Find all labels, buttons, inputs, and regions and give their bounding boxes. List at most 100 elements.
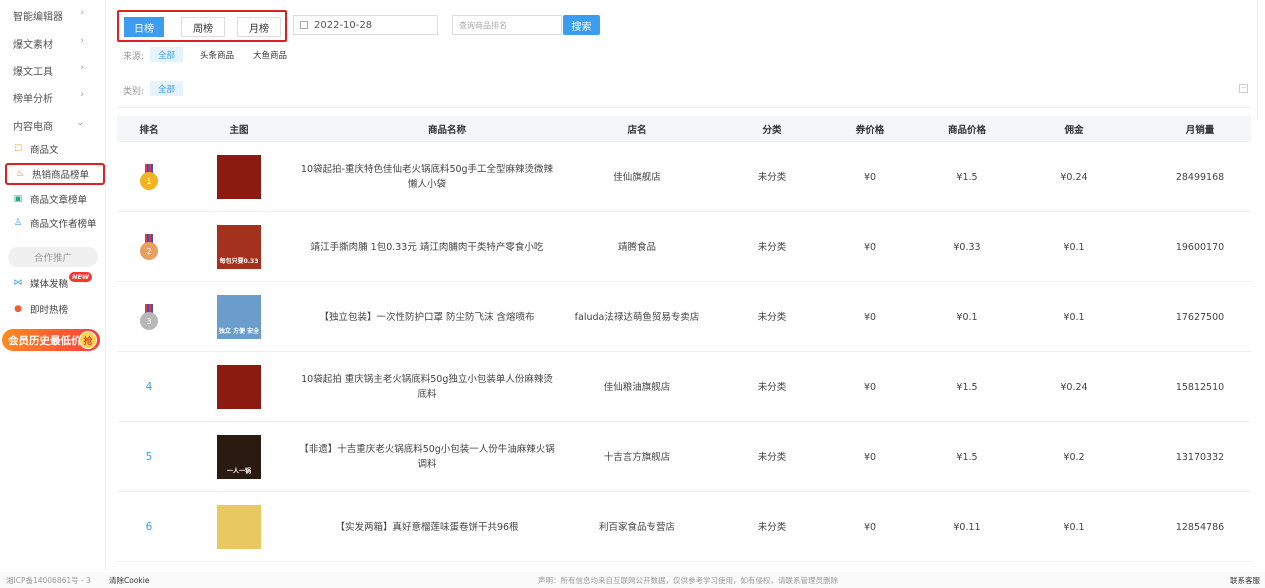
cell-text-coupon: ¥0 — [863, 171, 877, 183]
cell-text-sales: 13170332 — [1175, 451, 1225, 463]
cell-text-coupon: ¥0 — [863, 451, 877, 463]
cell-category: 未分类 — [742, 142, 802, 212]
clear-cookie-link[interactable]: 清除Cookie — [109, 575, 149, 586]
cell-text-coupon: ¥0 — [863, 381, 877, 393]
cooperation-promo-button[interactable]: 合作推广 — [8, 247, 98, 267]
product-thumbnail[interactable] — [217, 505, 261, 549]
rank-number: 5 — [145, 450, 153, 463]
icp-text[interactable]: 湘ICP备14006861号 - 3 — [6, 575, 91, 586]
cell-price: ¥1.5 — [932, 422, 1002, 492]
cell-price: ¥1.5 — [932, 142, 1002, 212]
app-root: 智能编辑器 › 爆文素材 › 爆文工具 › 榜单分析 › 内容电商 ⌄ ☐ 商品… — [0, 0, 1265, 588]
date-picker[interactable]: 2022-10-28 — [293, 15, 438, 35]
cell-rank: 5 — [117, 422, 181, 492]
cell-text-name[interactable]: 10袋起拍-重庆特色佳仙老火锅底料50g手工全型麻辣烫微辣懒人小袋 — [297, 162, 557, 192]
sidebar-item-ranking-analysis[interactable]: 榜单分析 › — [0, 86, 106, 108]
sidebar-item-author-ranking[interactable]: ♙ 商品文作者榜单 — [5, 212, 105, 234]
cell-price: ¥0.33 — [932, 212, 1002, 282]
product-thumbnail[interactable]: 一人一锅 — [217, 435, 261, 479]
collapse-icon[interactable]: − — [1239, 84, 1248, 93]
column-header-category: 分类 — [762, 125, 782, 136]
cell-name: 【实发两箱】真好意榴莲味蛋卷饼干共96根 — [297, 492, 557, 562]
cell-text-shop: 佳仙旗舰店 — [613, 171, 661, 183]
contact-support-link[interactable]: 联系客服 — [1230, 575, 1260, 586]
medal-icon: 3 — [140, 304, 158, 330]
column-header-shop: 店名 — [627, 125, 647, 136]
cell-commission: ¥0.24 — [1039, 142, 1109, 212]
product-thumbnail[interactable] — [217, 365, 261, 409]
cell-text-category: 未分类 — [757, 451, 787, 463]
cell-rank: 4 — [117, 352, 181, 422]
column-header-price[interactable]: 商品价格 — [932, 116, 1002, 142]
column-header-name: 商品名称 — [427, 125, 466, 136]
cell-coupon: ¥0 — [840, 142, 900, 212]
sidebar-item-label: 商品文章榜单 — [30, 195, 88, 206]
category-chip-all[interactable]: 全部 — [150, 81, 184, 96]
cell-text-category: 未分类 — [757, 381, 787, 393]
sidebar-item-hot-products[interactable]: ♨ 热销商品榜单 — [5, 163, 105, 185]
grab-badge: 抢 — [79, 331, 97, 349]
cell-text-coupon: ¥0 — [863, 241, 877, 253]
cell-thumb: 每包只要0.33 — [207, 212, 271, 282]
cell-thumb: 一人一锅 — [207, 422, 271, 492]
sidebar-item-instant-hot[interactable]: ● 即时热榜 — [5, 298, 105, 320]
medal-number: 1 — [140, 172, 158, 190]
column-header-rank[interactable]: 排名 — [117, 116, 181, 142]
vip-lowest-price-banner[interactable]: 会员历史最低价 抢 — [2, 329, 100, 351]
source-chip-all[interactable]: 全部 — [150, 47, 184, 62]
cell-text-commission: ¥0.2 — [1063, 451, 1085, 463]
sidebar-item-label: 热销商品榜单 — [32, 170, 90, 181]
cell-shop: faluda法禄达萌鱼贸易专卖店 — [572, 282, 702, 352]
source-chip-toutiao[interactable]: 头条商品 — [192, 47, 242, 62]
sidebar-item-content-ecommerce[interactable]: 内容电商 ⌄ — [0, 114, 106, 136]
cell-text-commission: ¥0.1 — [1063, 521, 1085, 533]
rank-number: 6 — [145, 520, 153, 533]
column-header-sales[interactable]: 月销量 — [1165, 116, 1235, 142]
tab-daily[interactable]: 日榜 — [124, 17, 164, 37]
cell-thumb — [207, 352, 271, 422]
cell-text-price: ¥0.1 — [956, 311, 978, 323]
cell-text-sales: 12854786 — [1175, 521, 1225, 533]
search-input[interactable]: 查询商品排名 — [452, 15, 562, 35]
cell-text-category: 未分类 — [757, 521, 787, 533]
cell-text-name[interactable]: 靖江手撕肉脯 1包0.33元 靖江肉脯肉干类特产零食小吃 — [311, 240, 544, 255]
cell-text-coupon: ¥0 — [863, 521, 877, 533]
cell-sales: 15812510 — [1165, 352, 1235, 422]
column-header-coupon[interactable]: 券价格 — [840, 116, 900, 142]
column-header-commission[interactable]: 佣金 — [1039, 116, 1109, 142]
source-chip-dayu[interactable]: 大鱼商品 — [245, 47, 295, 62]
cell-coupon: ¥0 — [840, 492, 900, 562]
product-thumbnail[interactable]: 独立 方便 安全 — [217, 295, 261, 339]
cell-text-name[interactable]: 【实发两箱】真好意榴莲味蛋卷饼干共96根 — [335, 520, 518, 535]
sidebar-item-viral-tools[interactable]: 爆文工具 › — [0, 59, 106, 81]
cell-text-shop: 佳仙粮油旗舰店 — [603, 381, 671, 393]
search-button[interactable]: 搜索 — [563, 15, 600, 35]
cell-price: ¥1.5 — [932, 352, 1002, 422]
chevron-down-icon: ⌄ — [76, 118, 84, 128]
sidebar-item-viral-materials[interactable]: 爆文素材 › — [0, 32, 106, 54]
cell-text-name[interactable]: 【非遗】十吉重庆老火锅底料50g小包装一人份牛油麻辣火锅调料 — [297, 442, 557, 472]
cell-text-sales: 19600170 — [1175, 241, 1225, 253]
cell-coupon: ¥0 — [840, 212, 900, 282]
sidebar-item-product-article-ranking[interactable]: ▣ 商品文章榜单 — [5, 188, 105, 210]
sidebar-item-product-articles[interactable]: ☐ 商品文 — [5, 138, 105, 160]
product-thumbnail[interactable]: 每包只要0.33 — [217, 225, 261, 269]
sidebar-item-label: 榜单分析 — [13, 93, 53, 105]
medal-number: 3 — [140, 312, 158, 330]
cell-text-category: 未分类 — [757, 171, 787, 183]
tab-weekly[interactable]: 周榜 — [181, 17, 225, 37]
source-label: 来源: — [123, 52, 145, 62]
sidebar-item-smart-editor[interactable]: 智能编辑器 › — [0, 4, 106, 26]
chevron-right-icon: › — [80, 63, 84, 73]
cell-text-price: ¥1.5 — [956, 381, 978, 393]
footer: 湘ICP备14006861号 - 3 清除Cookie 声明：所有信息均来自互联… — [0, 572, 1265, 588]
chevron-right-icon: › — [80, 36, 84, 46]
tab-monthly[interactable]: 月榜 — [237, 17, 281, 37]
cell-text-sales: 28499168 — [1175, 171, 1225, 183]
divider — [117, 107, 1251, 108]
cell-text-price: ¥1.5 — [956, 171, 978, 183]
product-thumbnail[interactable] — [217, 155, 261, 199]
cell-text-name[interactable]: 10袋起拍 重庆锅主老火锅底料50g独立小包装单人份麻辣烫底料 — [297, 372, 557, 402]
cell-text-name[interactable]: 【独立包装】一次性防护口罩 防尘防飞沫 含熔喷布 — [319, 310, 534, 325]
medal-icon: 1 — [140, 164, 158, 190]
